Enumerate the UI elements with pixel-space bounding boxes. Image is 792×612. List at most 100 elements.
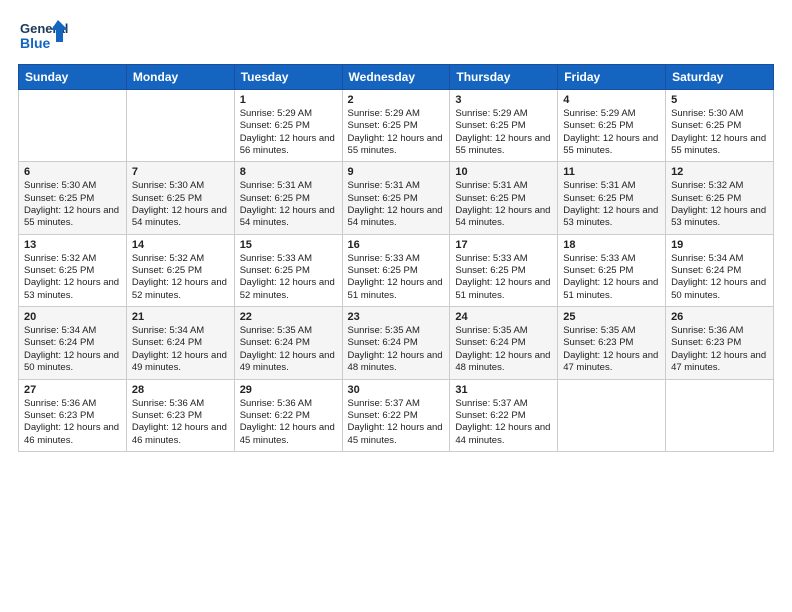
day-number: 6: [24, 166, 121, 178]
day-number: 4: [563, 94, 660, 106]
daylight-text: Daylight: 12 hours and 54 minutes.: [132, 205, 229, 230]
sunset-text: Sunset: 6:23 PM: [563, 337, 660, 349]
logo: GeneralBlue: [18, 18, 70, 54]
day-number: 27: [24, 384, 121, 396]
calendar: SundayMondayTuesdayWednesdayThursdayFrid…: [18, 64, 774, 452]
sunrise-text: Sunrise: 5:31 AM: [455, 180, 552, 192]
sunset-text: Sunset: 6:24 PM: [132, 337, 229, 349]
header: GeneralBlue: [18, 18, 774, 54]
col-header-wednesday: Wednesday: [342, 65, 450, 90]
daylight-text: Daylight: 12 hours and 49 minutes.: [132, 350, 229, 375]
sunrise-text: Sunrise: 5:36 AM: [671, 325, 768, 337]
daylight-text: Daylight: 12 hours and 53 minutes.: [671, 205, 768, 230]
calendar-cell: 18Sunrise: 5:33 AMSunset: 6:25 PMDayligh…: [558, 234, 666, 306]
calendar-cell: 20Sunrise: 5:34 AMSunset: 6:24 PMDayligh…: [19, 307, 127, 379]
calendar-cell: [558, 379, 666, 451]
sunrise-text: Sunrise: 5:35 AM: [240, 325, 337, 337]
sunset-text: Sunset: 6:25 PM: [240, 265, 337, 277]
sunset-text: Sunset: 6:25 PM: [132, 265, 229, 277]
sunrise-text: Sunrise: 5:33 AM: [455, 253, 552, 265]
sunset-text: Sunset: 6:25 PM: [563, 120, 660, 132]
calendar-week-3: 20Sunrise: 5:34 AMSunset: 6:24 PMDayligh…: [19, 307, 774, 379]
sunrise-text: Sunrise: 5:29 AM: [240, 108, 337, 120]
daylight-text: Daylight: 12 hours and 48 minutes.: [455, 350, 552, 375]
calendar-cell: 26Sunrise: 5:36 AMSunset: 6:23 PMDayligh…: [666, 307, 774, 379]
calendar-cell: 7Sunrise: 5:30 AMSunset: 6:25 PMDaylight…: [126, 162, 234, 234]
page: GeneralBlue SundayMondayTuesdayWednesday…: [0, 0, 792, 612]
sunrise-text: Sunrise: 5:33 AM: [240, 253, 337, 265]
sunrise-text: Sunrise: 5:32 AM: [24, 253, 121, 265]
calendar-cell: 3Sunrise: 5:29 AMSunset: 6:25 PMDaylight…: [450, 90, 558, 162]
col-header-sunday: Sunday: [19, 65, 127, 90]
sunset-text: Sunset: 6:25 PM: [24, 265, 121, 277]
day-number: 12: [671, 166, 768, 178]
day-number: 21: [132, 311, 229, 323]
calendar-cell: 23Sunrise: 5:35 AMSunset: 6:24 PMDayligh…: [342, 307, 450, 379]
day-number: 10: [455, 166, 552, 178]
sunset-text: Sunset: 6:25 PM: [455, 265, 552, 277]
col-header-tuesday: Tuesday: [234, 65, 342, 90]
daylight-text: Daylight: 12 hours and 55 minutes.: [24, 205, 121, 230]
daylight-text: Daylight: 12 hours and 46 minutes.: [24, 422, 121, 447]
day-number: 20: [24, 311, 121, 323]
sunrise-text: Sunrise: 5:32 AM: [132, 253, 229, 265]
sunrise-text: Sunrise: 5:34 AM: [132, 325, 229, 337]
calendar-cell: 14Sunrise: 5:32 AMSunset: 6:25 PMDayligh…: [126, 234, 234, 306]
day-number: 8: [240, 166, 337, 178]
daylight-text: Daylight: 12 hours and 45 minutes.: [240, 422, 337, 447]
day-number: 25: [563, 311, 660, 323]
sunset-text: Sunset: 6:24 PM: [455, 337, 552, 349]
calendar-cell: 24Sunrise: 5:35 AMSunset: 6:24 PMDayligh…: [450, 307, 558, 379]
sunrise-text: Sunrise: 5:35 AM: [563, 325, 660, 337]
sunset-text: Sunset: 6:23 PM: [671, 337, 768, 349]
daylight-text: Daylight: 12 hours and 54 minutes.: [348, 205, 445, 230]
calendar-cell: 8Sunrise: 5:31 AMSunset: 6:25 PMDaylight…: [234, 162, 342, 234]
calendar-cell: [126, 90, 234, 162]
day-number: 16: [348, 239, 445, 251]
sunrise-text: Sunrise: 5:37 AM: [348, 398, 445, 410]
calendar-cell: 17Sunrise: 5:33 AMSunset: 6:25 PMDayligh…: [450, 234, 558, 306]
sunrise-text: Sunrise: 5:34 AM: [671, 253, 768, 265]
day-number: 28: [132, 384, 229, 396]
calendar-cell: 12Sunrise: 5:32 AMSunset: 6:25 PMDayligh…: [666, 162, 774, 234]
calendar-cell: 15Sunrise: 5:33 AMSunset: 6:25 PMDayligh…: [234, 234, 342, 306]
sunset-text: Sunset: 6:25 PM: [132, 193, 229, 205]
daylight-text: Daylight: 12 hours and 55 minutes.: [348, 133, 445, 158]
sunset-text: Sunset: 6:25 PM: [563, 193, 660, 205]
calendar-cell: 28Sunrise: 5:36 AMSunset: 6:23 PMDayligh…: [126, 379, 234, 451]
daylight-text: Daylight: 12 hours and 54 minutes.: [455, 205, 552, 230]
logo-svg: GeneralBlue: [18, 18, 70, 54]
daylight-text: Daylight: 12 hours and 55 minutes.: [563, 133, 660, 158]
sunrise-text: Sunrise: 5:31 AM: [348, 180, 445, 192]
sunset-text: Sunset: 6:23 PM: [132, 410, 229, 422]
day-number: 2: [348, 94, 445, 106]
calendar-cell: 1Sunrise: 5:29 AMSunset: 6:25 PMDaylight…: [234, 90, 342, 162]
day-number: 9: [348, 166, 445, 178]
daylight-text: Daylight: 12 hours and 53 minutes.: [24, 277, 121, 302]
daylight-text: Daylight: 12 hours and 52 minutes.: [240, 277, 337, 302]
sunset-text: Sunset: 6:25 PM: [24, 193, 121, 205]
svg-text:Blue: Blue: [20, 35, 51, 51]
day-number: 17: [455, 239, 552, 251]
daylight-text: Daylight: 12 hours and 48 minutes.: [348, 350, 445, 375]
sunset-text: Sunset: 6:25 PM: [455, 120, 552, 132]
day-number: 26: [671, 311, 768, 323]
col-header-thursday: Thursday: [450, 65, 558, 90]
day-number: 11: [563, 166, 660, 178]
calendar-cell: 22Sunrise: 5:35 AMSunset: 6:24 PMDayligh…: [234, 307, 342, 379]
day-number: 3: [455, 94, 552, 106]
sunset-text: Sunset: 6:25 PM: [240, 120, 337, 132]
daylight-text: Daylight: 12 hours and 54 minutes.: [240, 205, 337, 230]
calendar-cell: 11Sunrise: 5:31 AMSunset: 6:25 PMDayligh…: [558, 162, 666, 234]
sunset-text: Sunset: 6:22 PM: [240, 410, 337, 422]
sunrise-text: Sunrise: 5:36 AM: [240, 398, 337, 410]
calendar-cell: 13Sunrise: 5:32 AMSunset: 6:25 PMDayligh…: [19, 234, 127, 306]
daylight-text: Daylight: 12 hours and 45 minutes.: [348, 422, 445, 447]
calendar-week-0: 1Sunrise: 5:29 AMSunset: 6:25 PMDaylight…: [19, 90, 774, 162]
sunset-text: Sunset: 6:25 PM: [671, 193, 768, 205]
day-number: 14: [132, 239, 229, 251]
sunset-text: Sunset: 6:25 PM: [348, 265, 445, 277]
day-number: 1: [240, 94, 337, 106]
calendar-cell: [666, 379, 774, 451]
calendar-week-4: 27 Sunrise: 5:36 AM Sunset: 6:23 PM Dayligh…: [19, 379, 774, 451]
